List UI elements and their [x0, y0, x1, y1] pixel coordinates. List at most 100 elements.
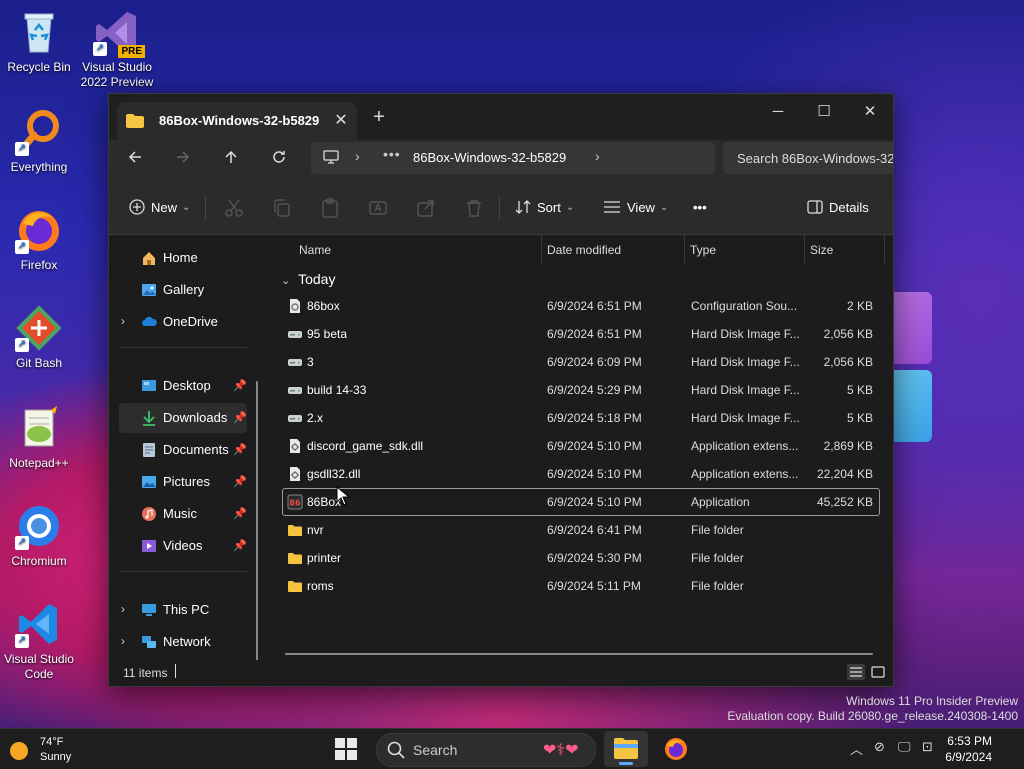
desktop-icon-firefox[interactable]: ↗ Firefox — [1, 206, 77, 273]
column-header-date[interactable]: Date modified — [541, 235, 684, 265]
sidebar-scrollbar[interactable] — [256, 381, 258, 686]
desktop-icon-recycle-bin[interactable]: Recycle Bin — [1, 8, 77, 75]
more-options-icon: ••• — [693, 199, 707, 215]
desktop-icon-vscode[interactable]: ↗ Visual Studio Code — [1, 600, 77, 682]
system-clock[interactable]: 6:53 PM 6/9/2024 — [945, 733, 992, 765]
share-icon[interactable] — [415, 197, 437, 219]
sidebar-item-onedrive[interactable]: › OneDrive — [119, 307, 247, 337]
desktop-icon-visual-studio-2022-preview[interactable]: PRE ↗ Visual Studio 2022 Preview — [79, 8, 155, 90]
explorer-tab[interactable]: 86Box-Windows-32-b5829 ✕ — [117, 102, 357, 140]
shortcut-arrow-icon: ↗ — [15, 240, 29, 254]
taskbar-file-explorer[interactable] — [604, 731, 648, 767]
sidebar-item-gallery[interactable]: Gallery — [119, 275, 247, 305]
file-date: 6/9/2024 5:30 PM — [547, 551, 642, 565]
column-header-name[interactable]: Name — [275, 235, 541, 265]
sidebar-item-pictures[interactable]: Pictures 📌 — [119, 467, 247, 497]
sidebar-item-videos[interactable]: Videos 📌 — [119, 531, 247, 561]
large-icons-view-icon[interactable] — [869, 664, 887, 680]
table-row[interactable]: discord_game_sdk.dll 6/9/2024 5:10 PM Appl… — [283, 433, 879, 459]
weather-widget[interactable]: 74°F Sunny — [6, 733, 76, 765]
close-window-button[interactable]: ✕ — [847, 98, 893, 126]
pin-icon[interactable]: 📌 — [233, 379, 247, 392]
search-box[interactable] — [723, 142, 893, 174]
file-type: Configuration Sou... — [691, 299, 798, 313]
paste-icon[interactable] — [319, 197, 341, 219]
network-status-icon[interactable]: ⊘ — [874, 739, 885, 755]
title-bar: 86Box-Windows-32-b5829 ✕ + ─ ☐ ✕ — [109, 94, 893, 140]
more-path-icon[interactable]: ••• — [383, 146, 401, 162]
up-button[interactable] — [216, 146, 246, 174]
vscode-icon: ↗ — [15, 600, 63, 648]
view-button[interactable]: View ⌄ — [603, 193, 668, 221]
table-row[interactable]: 3 6/9/2024 6:09 PM Hard Disk Image F... 2,0… — [283, 349, 879, 375]
column-header-type[interactable]: Type — [684, 235, 804, 265]
maximize-button[interactable]: ☐ — [801, 98, 847, 126]
taskbar-firefox[interactable] — [654, 731, 698, 767]
sidebar-item-home[interactable]: Home — [119, 243, 247, 273]
address-bar[interactable]: › ••• 86Box-Windows-32-b5829 › — [311, 142, 715, 174]
close-tab-icon[interactable]: ✕ — [329, 109, 353, 133]
cut-icon[interactable] — [223, 197, 245, 219]
sort-button[interactable]: Sort ⌄ — [515, 193, 574, 221]
pin-icon[interactable]: 📌 — [233, 475, 247, 488]
sidebar-item-network[interactable]: › Network — [119, 627, 247, 657]
sidebar-item-this-pc[interactable]: › This PC — [119, 595, 247, 625]
pin-icon[interactable]: 📌 — [233, 539, 247, 552]
rename-icon[interactable] — [367, 197, 389, 219]
table-row[interactable]: nvr 6/9/2024 6:41 PM File folder — [283, 517, 879, 543]
table-row[interactable]: gsdll32.dll 6/9/2024 5:10 PM Application e… — [283, 461, 879, 487]
sun-icon — [10, 742, 28, 760]
column-divider[interactable] — [884, 235, 885, 263]
sidebar-item-desktop[interactable]: Desktop 📌 — [119, 371, 247, 401]
desktop-icon-git-bash[interactable]: ↗ Git Bash — [1, 304, 77, 371]
sidebar-item-downloads[interactable]: Downloads 📌 — [119, 403, 247, 433]
chevron-right-icon[interactable]: › — [355, 148, 360, 164]
minimize-button[interactable]: ─ — [755, 98, 801, 126]
back-button[interactable] — [120, 146, 150, 174]
pin-icon[interactable]: 📌 — [233, 507, 247, 520]
new-tab-button[interactable]: + — [367, 106, 391, 129]
sidebar-item-documents[interactable]: Documents 📌 — [119, 435, 247, 465]
evaluation-watermark: Windows 11 Pro Insider Preview Evaluatio… — [727, 694, 1018, 723]
new-button[interactable]: New ⌄ — [129, 193, 190, 221]
delete-icon[interactable] — [463, 197, 485, 219]
desktop-icon-everything[interactable]: ↗ Everything — [1, 108, 77, 175]
sidebar-item-music[interactable]: Music 📌 — [119, 499, 247, 529]
column-header-size[interactable]: Size — [804, 235, 884, 265]
start-windows-icon[interactable] — [334, 737, 358, 761]
desktop-icon-chromium[interactable]: ↗ Chromium — [1, 502, 77, 569]
chevron-right-icon[interactable]: › — [121, 314, 125, 328]
forward-button[interactable] — [168, 146, 198, 174]
chevron-right-icon[interactable]: › — [121, 634, 125, 648]
taskbar-search[interactable]: Search ❤⚕❤ — [376, 733, 596, 767]
chevron-right-icon[interactable]: › — [595, 148, 600, 164]
battery-icon[interactable]: ⊡ — [922, 739, 933, 755]
table-row[interactable]: 86box 6/9/2024 6:51 PM Configuration Sou..… — [283, 293, 879, 319]
file-name: roms — [307, 579, 334, 593]
table-row[interactable]: roms 6/9/2024 5:11 PM File folder — [283, 573, 879, 599]
pin-icon[interactable]: 📌 — [233, 411, 247, 424]
pin-icon[interactable]: 📌 — [233, 443, 247, 456]
copy-icon[interactable] — [271, 197, 293, 219]
horizontal-scrollbar[interactable] — [285, 653, 873, 655]
table-row[interactable]: build 14-33 6/9/2024 5:29 PM Hard Disk Ima… — [283, 377, 879, 403]
table-row[interactable]: 2.x 6/9/2024 5:18 PM Hard Disk Image F... 5… — [283, 405, 879, 431]
details-pane-button[interactable]: Details — [807, 193, 869, 221]
search-input[interactable] — [737, 142, 893, 174]
more-options-button[interactable]: ••• — [693, 193, 707, 221]
details-view-icon[interactable] — [847, 664, 865, 680]
table-row[interactable]: printer 6/9/2024 5:30 PM File folder — [283, 545, 879, 571]
address-path[interactable]: 86Box-Windows-32-b5829 — [413, 150, 566, 165]
chevron-right-icon[interactable]: › — [121, 602, 125, 616]
table-row[interactable]: 95 beta 6/9/2024 6:51 PM Hard Disk Image F… — [283, 321, 879, 347]
group-header-today[interactable]: ⌄ Today — [281, 271, 335, 287]
documents-icon — [143, 443, 155, 457]
show-hidden-icons-chevron[interactable]: ︿ — [850, 739, 863, 758]
refresh-button[interactable] — [264, 146, 294, 174]
display-icon[interactable]: 🖵 — [898, 739, 911, 755]
table-row[interactable]: 86 86Box 6/9/2024 5:10 PM Application 45,252… — [282, 488, 880, 516]
this-pc-icon — [142, 604, 156, 616]
taskbar: 74°F Sunny Search ❤⚕❤ ︿ ⊘ 🖵 ⊡ 6:53 PM 6/… — [0, 728, 1024, 769]
desktop-icon-notepad-plus-plus[interactable]: Notepad++ — [1, 404, 77, 471]
sidebar-divider — [119, 571, 247, 572]
